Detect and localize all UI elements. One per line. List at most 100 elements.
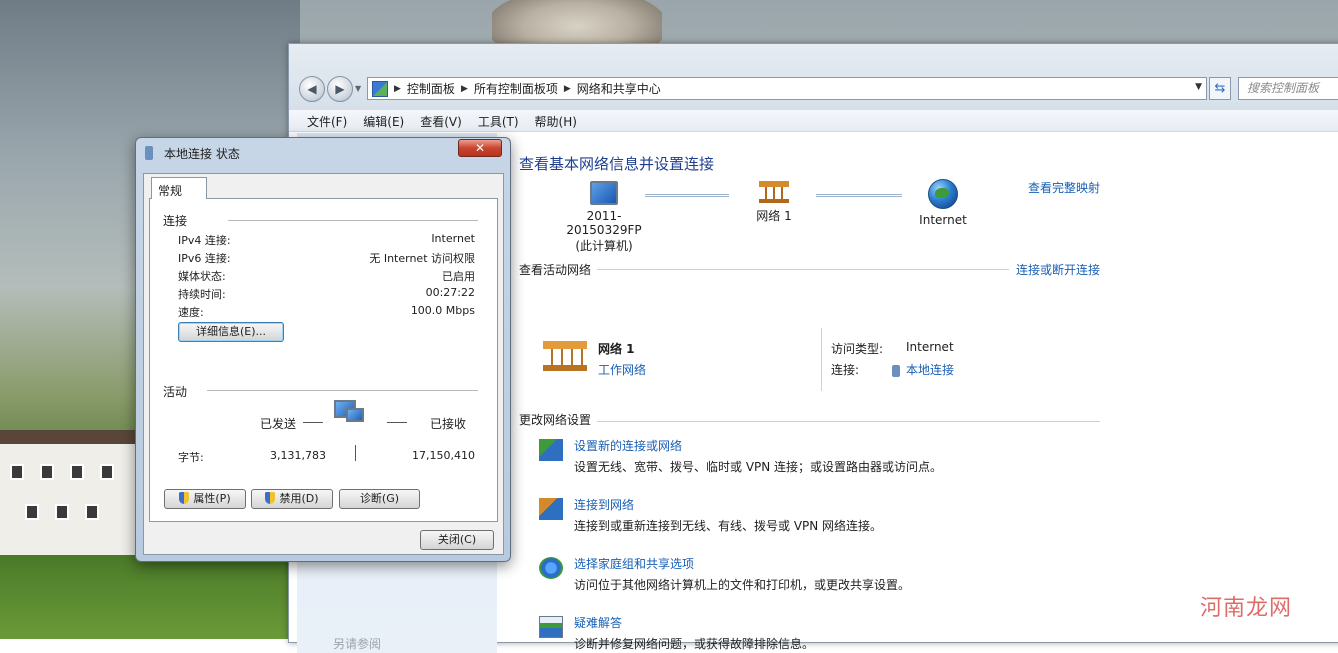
task-title[interactable]: 连接到网络 (574, 496, 634, 513)
node-this-computer[interactable]: 2011-20150329FP (此计算机) (549, 181, 659, 254)
see-also-label: 另请参阅 (333, 637, 382, 651)
view-full-map-link[interactable]: 查看完整映射 (1028, 179, 1100, 196)
network-activity-icon (334, 400, 372, 434)
connection-group-title: 连接 (163, 214, 188, 228)
local-connection-link[interactable]: 本地连接 (892, 361, 954, 378)
menu-tools[interactable]: 工具(T) (470, 110, 527, 131)
main-content: 查看基本网络信息并设置连接 查看完整映射 2011-20150329FP (此计… (519, 133, 1338, 653)
details-button[interactable]: 详细信息(E)... (178, 322, 284, 342)
dialog-title: 本地连接 状态 (164, 147, 240, 161)
internet-link-line (816, 194, 902, 197)
access-type-value: Internet (906, 340, 954, 354)
recent-pages-chevron-icon[interactable]: ▼ (355, 84, 361, 93)
breadcrumb-network-center[interactable]: 网络和共享中心 (577, 80, 661, 97)
window-chrome: ◀ ▶ ▼ ▶ 控制面板 ▶ 所有控制面板项 ▶ 网络和共享中心 ▼ ⇆ 搜索控… (289, 44, 1338, 110)
computer-icon (590, 181, 618, 205)
task-desc: 连接到或重新连接到无线、有线、拨号或 VPN 网络连接。 (574, 519, 883, 533)
received-dash (387, 422, 407, 423)
back-button[interactable]: ◀ (299, 76, 325, 102)
task-title[interactable]: 疑难解答 (574, 614, 622, 631)
bytes-sent: 3,131,783 (270, 449, 326, 462)
wallpaper-house (0, 430, 135, 560)
menu-bar: 文件(F) 编辑(E) 查看(V) 工具(T) 帮助(H) (289, 110, 1338, 132)
network-type-link[interactable]: 工作网络 (598, 361, 646, 378)
dialog-titlebar[interactable]: 本地连接 状态 ✕ (136, 138, 510, 166)
media-state-label: 媒体状态: (178, 270, 226, 283)
breadcrumb-chevron-icon[interactable]: ▶ (394, 84, 401, 94)
activity-divider (355, 445, 356, 461)
active-networks-heading: 查看活动网络 (519, 263, 592, 277)
properties-button[interactable]: 属性(P) (164, 489, 246, 509)
duration-value: 00:27:22 (425, 286, 475, 299)
section-divider (597, 269, 1009, 270)
connect-disconnect-link[interactable]: 连接或断开连接 (1016, 261, 1100, 278)
homegroup-icon (539, 557, 563, 579)
breadcrumb-all-items[interactable]: 所有控制面板项 (474, 80, 558, 97)
dialog-body: 常规 连接 IPv4 连接: Internet IPv6 连接: 无 Inter… (143, 173, 504, 555)
internet-label: Internet (919, 213, 967, 227)
forward-button[interactable]: ▶ (327, 76, 353, 102)
wallpaper-meadow (0, 555, 300, 639)
connect-network-icon (539, 498, 563, 520)
bytes-label: 字节: (178, 451, 204, 464)
speed-label: 速度: (178, 306, 204, 319)
network-name: 网络 1 (756, 209, 792, 223)
section-divider (597, 421, 1100, 422)
speed-value: 100.0 Mbps (410, 304, 475, 317)
computer-sub: (此计算机) (575, 239, 633, 253)
received-label: 已接收 (430, 417, 467, 431)
ipv6-label: IPv6 连接: (178, 252, 231, 265)
properties-label[interactable]: 属性(P) (193, 492, 230, 505)
page-title: 查看基本网络信息并设置连接 (519, 155, 715, 173)
bytes-received: 17,150,410 (412, 449, 475, 462)
close-button[interactable]: 关闭(C) (420, 530, 494, 550)
group-divider (207, 390, 478, 391)
access-type-label: 访问类型: (831, 342, 884, 356)
tab-general[interactable]: 常规 (151, 177, 207, 199)
shield-icon (179, 492, 190, 504)
menu-help[interactable]: 帮助(H) (527, 110, 585, 131)
network-adapter-icon (145, 146, 153, 160)
ipv4-value: Internet (431, 232, 475, 245)
troubleshoot-icon (539, 616, 563, 638)
control-panel-icon (372, 80, 388, 97)
search-input[interactable]: 搜索控制面板 (1238, 77, 1338, 100)
local-connection-status-dialog: 本地连接 状态 ✕ 常规 连接 IPv4 连接: Internet IPv6 连… (135, 137, 511, 562)
diagnose-button[interactable]: 诊断(G) (339, 489, 420, 509)
sent-label: 已发送 (260, 417, 297, 431)
task-title[interactable]: 选择家庭组和共享选项 (574, 555, 694, 572)
node-network-1[interactable]: 网络 1 (739, 181, 809, 224)
refresh-button[interactable]: ⇆ (1209, 77, 1231, 100)
menu-file[interactable]: 文件(F) (299, 110, 355, 131)
task-title[interactable]: 设置新的连接或网络 (574, 437, 682, 454)
active-network-name: 网络 1 (598, 342, 635, 356)
group-divider (228, 220, 478, 221)
vertical-divider (821, 328, 822, 391)
shield-icon (265, 492, 276, 504)
menu-view[interactable]: 查看(V) (412, 110, 470, 131)
close-icon[interactable]: ✕ (458, 139, 502, 157)
bench-icon (759, 181, 789, 203)
disable-button[interactable]: 禁用(D) (251, 489, 333, 509)
network-link-line (645, 194, 729, 197)
watermark-text: 河南龙网 (1200, 596, 1293, 621)
menu-edit[interactable]: 编辑(E) (355, 110, 412, 131)
change-settings-heading: 更改网络设置 (519, 413, 592, 427)
address-dropdown-icon[interactable]: ▼ (1195, 82, 1202, 92)
address-bar[interactable]: ▶ 控制面板 ▶ 所有控制面板项 ▶ 网络和共享中心 ▼ (367, 77, 1207, 100)
disable-label[interactable]: 禁用(D) (279, 492, 318, 505)
local-connection-label[interactable]: 本地连接 (906, 363, 954, 377)
network-adapter-icon (892, 364, 900, 377)
breadcrumb-control-panel[interactable]: 控制面板 (407, 80, 455, 97)
sent-dash (303, 422, 323, 423)
task-desc: 诊断并修复网络问题，或获得故障排除信息。 (574, 637, 815, 651)
task-desc: 设置无线、宽带、拨号、临时或 VPN 连接；或设置路由器或访问点。 (574, 460, 943, 474)
task-desc: 访问位于其他网络计算机上的文件和打印机，或更改共享设置。 (574, 578, 911, 592)
connections-label: 连接: (831, 363, 860, 377)
new-connection-icon (539, 439, 563, 461)
breadcrumb-chevron-icon[interactable]: ▶ (564, 84, 571, 94)
breadcrumb-chevron-icon[interactable]: ▶ (461, 84, 468, 94)
tab-panel: 连接 IPv4 连接: Internet IPv6 连接: 无 Internet… (149, 198, 498, 522)
bench-icon (543, 341, 587, 371)
node-internet[interactable]: Internet (911, 179, 975, 227)
